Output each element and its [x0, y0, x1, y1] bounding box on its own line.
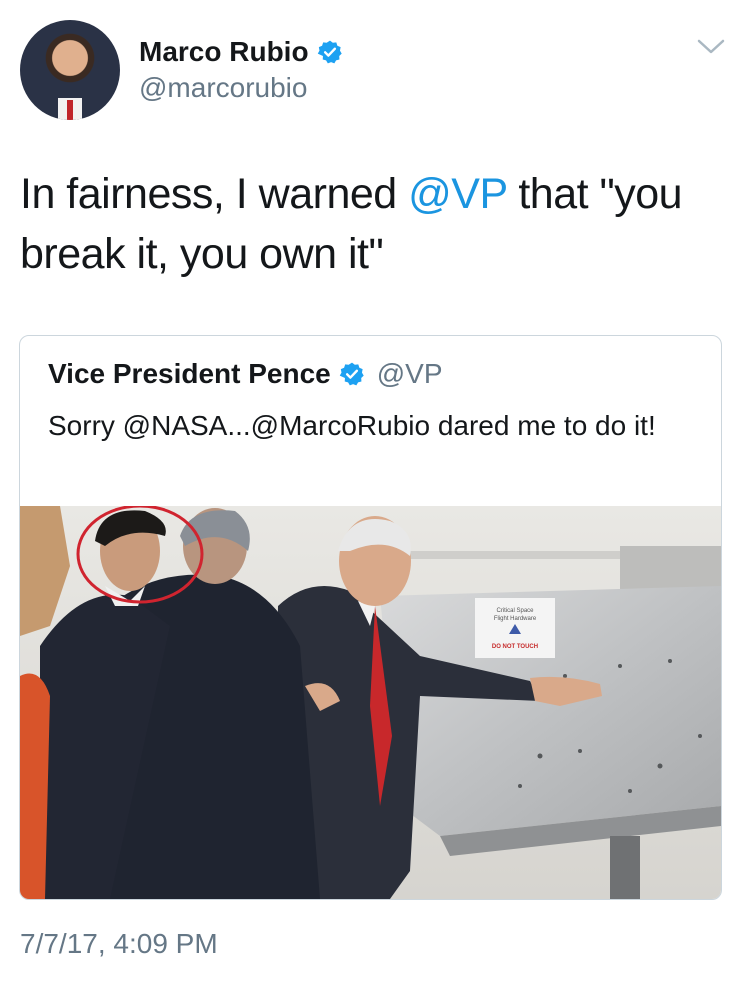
quoted-author-handle: @VP — [376, 358, 443, 389]
author-name-row[interactable]: Marco Rubio — [139, 36, 343, 68]
tweet-text: In fairness, I warned @VP that "you brea… — [20, 164, 720, 284]
svg-text:Flight Hardware: Flight Hardware — [494, 616, 537, 622]
quoted-tweet-photo[interactable]: Critical Space Flight Hardware DO NOT TO… — [20, 506, 721, 899]
svg-text:DO NOT TOUCH: DO NOT TOUCH — [492, 644, 538, 650]
mention-link[interactable]: @VP — [408, 170, 507, 218]
tweet-text-before: In fairness, I warned — [20, 170, 409, 218]
author-name[interactable]: Marco Rubio — [139, 36, 309, 68]
tweet-timestamp[interactable]: 7/7/17, 4:09 PM — [20, 928, 218, 960]
avatar-tie — [67, 100, 73, 120]
author-handle[interactable]: @marcorubio — [139, 72, 307, 104]
quoted-tweet-card[interactable]: Vice President Pence @VP Sorry @NASA...@… — [19, 335, 722, 900]
verified-badge-icon — [339, 362, 364, 386]
quoted-author-row: Vice President Pence @VP — [48, 358, 443, 390]
quoted-tweet-text: Sorry @NASA...@MarcoRubio dared me to do… — [48, 410, 656, 441]
svg-text:Critical Space: Critical Space — [496, 608, 534, 614]
quoted-author-name: Vice President Pence — [48, 358, 331, 389]
chevron-down-icon[interactable] — [696, 36, 726, 58]
verified-badge-icon — [317, 40, 342, 64]
author-avatar[interactable] — [20, 20, 120, 120]
